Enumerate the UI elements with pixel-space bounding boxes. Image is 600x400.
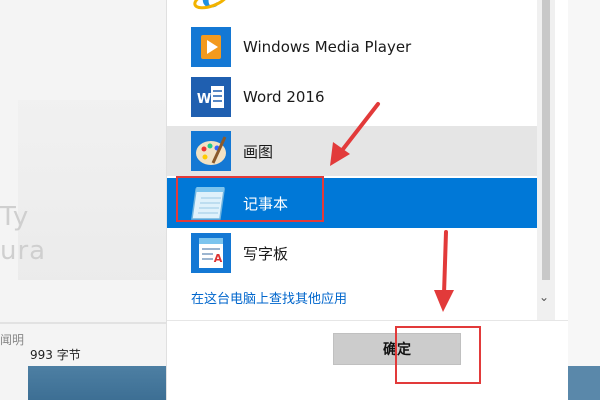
find-more-apps-link[interactable]: 在这台电脑上查找其他应用	[191, 288, 347, 307]
taskbar-right	[568, 366, 600, 400]
media-player-icon	[191, 27, 231, 67]
background-window-right	[568, 0, 600, 400]
annotation-box-notepad	[176, 176, 324, 222]
app-item-paint[interactable]: 画图	[167, 126, 537, 176]
word-icon: W	[191, 77, 231, 117]
chevron-down-icon[interactable]: ⌄	[539, 290, 549, 304]
app-label: Word 2016	[243, 88, 325, 106]
scrollbar-thumb[interactable]	[542, 0, 550, 280]
background-window: Ty ura 闻明 993 字节	[0, 0, 168, 400]
paint-icon	[191, 131, 231, 171]
app-item-word-2016[interactable]: W Word 2016	[167, 72, 537, 122]
file-size-status: 993 字节	[30, 348, 81, 362]
svg-text:W: W	[197, 92, 211, 107]
app-label: 画图	[243, 142, 274, 161]
app-item-windows-media-player[interactable]: Windows Media Player	[167, 22, 537, 72]
wordpad-icon: A	[191, 233, 231, 273]
app-label: 写字板	[243, 244, 289, 263]
dialog-divider	[167, 320, 569, 321]
app-item-wordpad[interactable]: A 写字板	[167, 228, 537, 278]
svg-text:A: A	[214, 252, 223, 265]
background-divider	[0, 322, 166, 324]
annotation-box-ok	[395, 326, 481, 384]
app-list[interactable]: e Windows Media Player	[167, 0, 537, 320]
app-label: Windows Media Player	[243, 38, 412, 56]
list-scrollbar[interactable]: ⌄	[537, 0, 555, 320]
taskbar	[28, 366, 166, 400]
background-partial-label: 闻明	[0, 333, 25, 347]
app-item-internet-explorer[interactable]: e	[167, 0, 537, 22]
background-faded-text: Ty ura	[0, 202, 47, 266]
internet-explorer-icon: e	[191, 0, 231, 17]
